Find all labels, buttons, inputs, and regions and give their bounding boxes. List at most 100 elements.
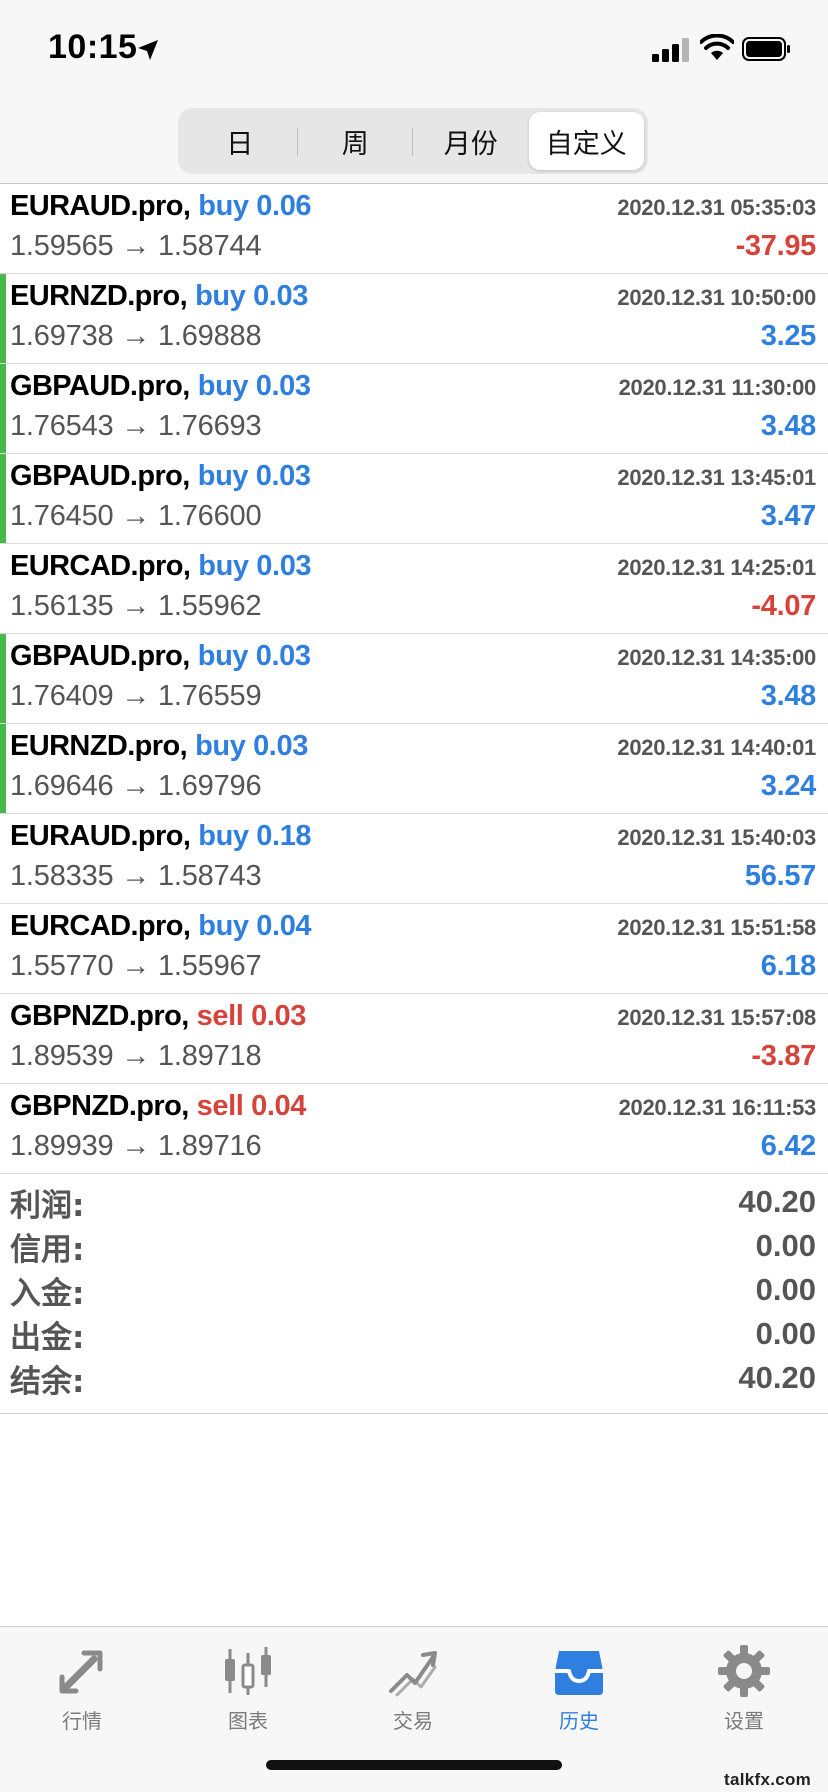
trade-row[interactable]: EURAUD.pro, buy 0.06 2020.12.31 05:35:03 1.… [0,184,828,274]
cellular-signal-icon [652,38,689,62]
home-indicator[interactable] [266,1760,562,1770]
segment-week[interactable]: 周 [298,112,414,170]
wifi-icon [700,34,734,60]
trade-row[interactable]: GBPNZD.pro, sell 0.04 2020.12.31 16:11:53 1… [0,1084,828,1174]
trade-row-header: EURCAD.pro, buy 0.04 2020.12.31 15:51:58 [10,910,816,948]
trade-prices: 1.58335 → 1.58743 [10,860,262,892]
chart-icon [225,1647,271,1695]
tab-settings-label: 设置 [724,1709,764,1733]
watermark: talkfx.com [724,1770,812,1789]
trade-row-details: 1.55770 → 1.55967 6.18 [10,950,816,990]
trade-history-list: EURAUD.pro, buy 0.06 2020.12.31 05:35:03 1.… [0,184,828,1174]
trade-datetime: 2020.12.31 13:45:01 [617,465,816,490]
period-segmented-control: 日 周 月份 自定义 [178,108,648,174]
trade-row-header: GBPAUD.pro, buy 0.03 2020.12.31 14:35:00 [10,640,816,678]
trade-prices: 1.59565 → 1.58744 [10,230,262,262]
app-screen: 10:15 日 周 月份 自定义 EURAUD.pro, buy 0.06 20… [0,0,828,1792]
trade-datetime: 2020.12.31 15:40:03 [617,825,816,850]
trade-datetime: 2020.12.31 05:35:03 [617,195,816,220]
trade-row[interactable]: GBPAUD.pro, buy 0.03 2020.12.31 14:35:00 1.… [0,634,828,724]
trade-direction-volume: sell 0.03 [196,1000,307,1032]
trade-symbol-group: GBPAUD.pro, buy 0.03 [10,460,311,493]
trade-row-details: 1.69646 → 1.69796 3.24 [10,770,816,810]
trade-prices: 1.69738 → 1.69888 [10,320,262,352]
summary-balance-label: 结余: [10,1363,85,1400]
trade-profit: 6.42 [760,1130,817,1162]
trade-row[interactable]: EURNZD.pro, buy 0.03 2020.12.31 10:50:00 1.… [0,274,828,364]
tab-chart[interactable]: 图表 [193,1643,303,1743]
trade-row[interactable]: EURAUD.pro, buy 0.18 2020.12.31 15:40:03 1.… [0,814,828,904]
quotes-icon [59,1650,103,1694]
trade-symbol-group: EURNZD.pro, buy 0.03 [10,730,308,763]
tab-history-label: 历史 [559,1709,599,1733]
trade-datetime: 2020.12.31 10:50:00 [617,285,816,310]
trade-row-details: 1.58335 → 1.58743 56.57 [10,860,816,900]
summary-deposit-value: 0.00 [755,1272,816,1307]
segment-custom[interactable]: 自定义 [528,112,644,170]
trade-row[interactable]: EURNZD.pro, buy 0.03 2020.12.31 14:40:01 1.… [0,724,828,814]
summary-profit-row: 利润: 40.20 [10,1180,816,1224]
trade-row[interactable]: GBPAUD.pro, buy 0.03 2020.12.31 11:30:00 1.… [0,364,828,454]
trade-prices: 1.69646 → 1.69796 [10,770,262,802]
trade-symbol: GBPNZD.pro, [10,1090,189,1122]
tab-quotes[interactable]: 行情 [27,1643,137,1743]
account-summary: 利润: 40.20 信用: 0.00 入金: 0.00 出金: 0.00 结余:… [0,1174,828,1414]
trade-symbol-group: GBPNZD.pro, sell 0.04 [10,1090,306,1123]
trade-prices: 1.76543 → 1.76693 [10,410,262,442]
summary-balance-value: 40.20 [738,1360,816,1395]
trade-row-header: GBPAUD.pro, buy 0.03 2020.12.31 11:30:00 [10,370,816,408]
trade-direction-volume: buy 0.03 [198,550,312,582]
trade-prices: 1.89539 → 1.89718 [10,1040,262,1072]
tab-trade-label: 交易 [393,1709,433,1733]
tab-chart-label: 图表 [228,1709,268,1733]
tab-trade[interactable]: 交易 [358,1643,468,1743]
trade-direction-volume: buy 0.18 [198,820,312,852]
trade-direction-volume: buy 0.03 [197,460,311,492]
trade-datetime: 2020.12.31 14:25:01 [617,555,816,580]
trade-direction-volume: buy 0.03 [197,640,311,672]
trade-symbol: GBPAUD.pro, [10,640,190,672]
trade-symbol-group: GBPAUD.pro, buy 0.03 [10,640,311,673]
trade-row-header: EURAUD.pro, buy 0.06 2020.12.31 05:35:03 [10,190,816,228]
trade-row[interactable]: EURCAD.pro, buy 0.04 2020.12.31 15:51:58 1.… [0,904,828,994]
trade-symbol: EURCAD.pro, [10,550,191,582]
trade-row-header: EURNZD.pro, buy 0.03 2020.12.31 10:50:00 [10,280,816,318]
trade-row-marker [0,724,6,813]
segment-day[interactable]: 日 [182,112,298,170]
trade-row-header: GBPAUD.pro, buy 0.03 2020.12.31 13:45:01 [10,460,816,498]
trade-row-details: 1.59565 → 1.58744 -37.95 [10,230,816,270]
summary-withdrawal-value: 0.00 [755,1316,816,1351]
trade-row-details: 1.89939 → 1.89716 6.42 [10,1130,816,1170]
trade-direction-volume: buy 0.03 [197,370,311,402]
trade-profit: 56.57 [744,860,816,892]
trade-datetime: 2020.12.31 15:57:08 [617,1005,816,1030]
trade-prices: 1.55770 → 1.55967 [10,950,262,982]
tab-history[interactable]: 历史 [524,1643,634,1743]
trade-row-details: 1.69738 → 1.69888 3.25 [10,320,816,360]
summary-profit-value: 40.20 [738,1184,816,1219]
history-header: 日 周 月份 自定义 [0,98,828,184]
segment-month[interactable]: 月份 [413,112,529,170]
trade-symbol: GBPNZD.pro, [10,1000,189,1032]
summary-credit-row: 信用: 0.00 [10,1224,816,1268]
summary-deposit-label: 入金: [10,1275,85,1312]
trade-row-header: EURAUD.pro, buy 0.18 2020.12.31 15:40:03 [10,820,816,858]
battery-icon [742,37,790,61]
trade-direction-volume: buy 0.04 [198,910,312,942]
trade-row-header: EURCAD.pro, buy 0.03 2020.12.31 14:25:01 [10,550,816,588]
trade-datetime: 2020.12.31 15:51:58 [617,915,816,940]
trade-row-marker [0,274,6,363]
trade-profit: -4.07 [751,590,816,622]
trade-symbol: EURCAD.pro, [10,910,191,942]
trade-row[interactable]: EURCAD.pro, buy 0.03 2020.12.31 14:25:01 1.… [0,544,828,634]
trade-symbol: GBPAUD.pro, [10,460,190,492]
tab-settings[interactable]: 设置 [689,1643,799,1743]
summary-withdrawal-label: 出金: [10,1319,85,1356]
location-arrow-icon [138,40,158,60]
trade-profit: 3.48 [760,410,817,442]
trade-row[interactable]: GBPAUD.pro, buy 0.03 2020.12.31 13:45:01 1.… [0,454,828,544]
history-icon [555,1651,603,1695]
trade-direction-volume: buy 0.03 [195,280,308,312]
trade-datetime: 2020.12.31 14:35:00 [617,645,816,670]
trade-row[interactable]: GBPNZD.pro, sell 0.03 2020.12.31 15:57:08 1… [0,994,828,1084]
